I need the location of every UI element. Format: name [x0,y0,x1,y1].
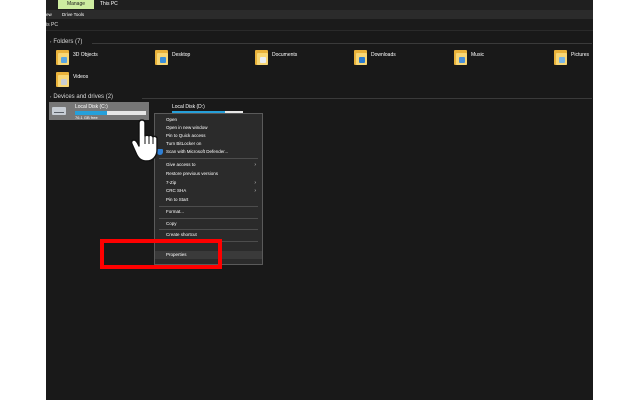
folder-music[interactable]: Music [454,48,534,68]
folder-videos[interactable]: Videos [56,70,136,90]
ribbon-sub-bar: ew Drive Tools [46,10,593,19]
hard-drive-icon [52,107,66,115]
folder-desktop[interactable]: Desktop [155,48,235,68]
menu-item-7zip[interactable]: 7-Zip › [155,179,262,187]
menu-item-pin-start[interactable]: Pin to Start [155,196,262,204]
menu-item-pin-quick-access[interactable]: Pin to Quick access [155,132,262,140]
tab-view[interactable]: ew [46,10,52,19]
folder-documents[interactable]: Documents [255,48,335,68]
tab-drive-tools[interactable]: Drive Tools [62,10,84,19]
chevron-right-icon: › [254,188,256,194]
desktop-folder-icon [155,50,168,65]
group-divider [142,98,592,99]
address-path: is PC [46,22,58,28]
menu-item-open[interactable]: Open [155,116,262,124]
menu-separator [159,206,258,207]
menu-separator [159,218,258,219]
menu-item-restore-versions[interactable]: Restore previous versions [155,170,262,178]
file-explorer-window: Manage This PC ew Drive Tools is PC › Fol… [46,0,593,400]
menu-item-scan-defender[interactable]: Scan with Microsoft Defender... [155,148,262,156]
menu-separator [159,158,258,159]
pictures-folder-icon [554,50,567,65]
menu-item-open-new-window[interactable]: Open in new window [155,124,262,132]
menu-item-copy[interactable]: Copy [155,220,262,228]
menu-item-format[interactable]: Format... [155,208,262,216]
hand-pointer-icon [130,119,158,162]
documents-folder-icon [255,50,268,65]
folder-pictures[interactable]: Pictures [554,48,592,68]
chevron-right-icon: › [254,162,256,168]
music-folder-icon [454,50,467,65]
3d-objects-folder-icon [56,50,69,65]
menu-separator [159,229,258,230]
videos-folder-icon [56,72,69,87]
address-bar[interactable]: is PC [46,19,593,31]
menu-item-crc-sha[interactable]: CRC SHA › [155,187,262,195]
drives-group-header[interactable]: › Devices and drives (2) [50,94,113,100]
tab-manage[interactable]: Manage [58,0,94,9]
downloads-folder-icon [354,50,367,65]
chevron-down-icon: › [50,94,52,99]
tab-this-pc[interactable]: This PC [94,0,124,9]
menu-item-bitlocker[interactable]: Turn BitLocker on [155,140,262,148]
properties-highlight-box [100,239,222,269]
menu-item-give-access[interactable]: Give access to › [155,161,262,169]
menu-item-create-shortcut[interactable]: Create shortcut [155,231,262,239]
folder-downloads[interactable]: Downloads [354,48,434,68]
group-divider [92,43,592,44]
folders-group-header[interactable]: › Folders (7) [50,39,82,45]
chevron-right-icon: › [254,180,256,186]
ribbon-tab-bar: Manage This PC [46,0,593,10]
chevron-down-icon: › [50,39,52,44]
folder-3d-objects[interactable]: 3D Objects [56,48,136,68]
